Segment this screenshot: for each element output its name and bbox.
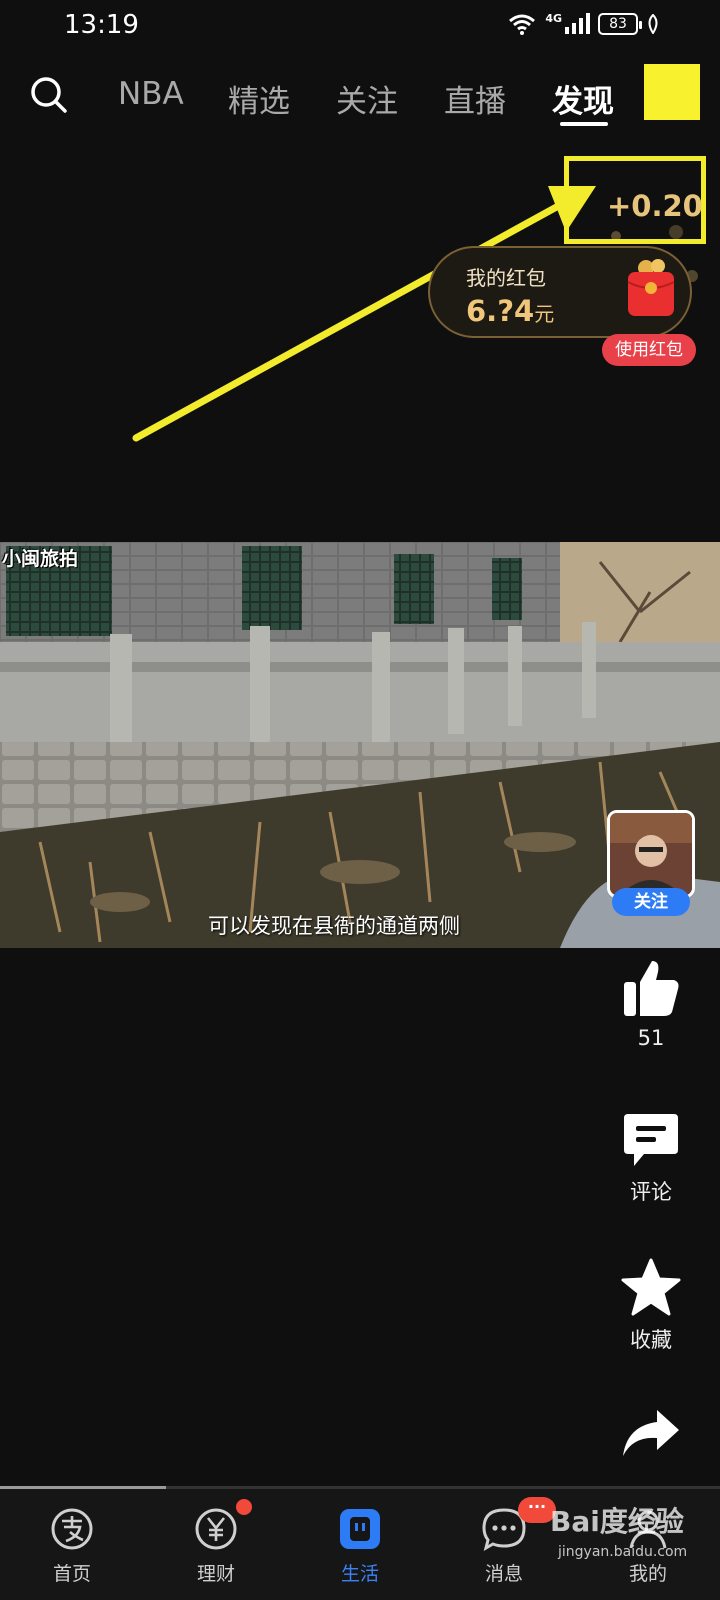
nav-messages[interactable]: ··· 消息: [444, 1489, 564, 1600]
baidu-jingyan-watermark: Bai度经验: [550, 1505, 684, 1538]
thumbs-up-icon: [624, 961, 679, 1016]
tab-discover[interactable]: 发现: [552, 76, 614, 121]
tab-live[interactable]: 直播: [444, 76, 506, 121]
favorite-label: 收藏: [630, 1328, 672, 1352]
nav-home-label: 首页: [52, 1563, 91, 1585]
tab-featured[interactable]: 精选: [228, 76, 290, 121]
favorite-button[interactable]: 收藏: [606, 1258, 696, 1354]
red-packet-amount: 6.?4元: [466, 294, 555, 328]
finance-badge-dot: [234, 1497, 254, 1517]
tab-nba[interactable]: NBA: [118, 76, 184, 112]
video-subtitle: 可以发现在县衙的通道两侧: [208, 914, 460, 938]
red-envelope-icon[interactable]: [624, 258, 678, 318]
comment-button[interactable]: 评论: [606, 1112, 696, 1206]
status-icons: 4G 83: [507, 12, 660, 36]
signal-icon: [565, 13, 590, 34]
status-bar: 13:19 4G 83: [0, 0, 720, 54]
life-icon: [340, 1509, 380, 1549]
red-packet-title: 我的红包: [466, 266, 546, 290]
nav-finance[interactable]: 理财: [156, 1489, 276, 1600]
battery-icon: 83: [598, 13, 642, 35]
status-time: 13:19: [64, 10, 139, 40]
search-icon[interactable]: [28, 74, 70, 116]
comment-icon: [624, 1114, 678, 1166]
share-arrow-icon: [623, 1410, 679, 1456]
star-icon: [621, 1258, 681, 1316]
nav-profile-label: 我的: [628, 1563, 667, 1585]
comment-label: 评论: [630, 1180, 672, 1204]
nav-home[interactable]: 首页: [12, 1489, 132, 1600]
tab-following[interactable]: 关注: [336, 76, 398, 121]
nav-finance-label: 理财: [196, 1563, 235, 1585]
active-tab-indicator: [560, 122, 608, 126]
alipay-icon: [51, 1508, 93, 1550]
wifi-icon: [509, 14, 536, 35]
share-button[interactable]: [606, 1408, 696, 1458]
baidu-jingyan-url: jingyan.baidu.com: [558, 1544, 688, 1560]
use-red-packet-button[interactable]: 使用红包: [602, 334, 696, 366]
avatar-image: [610, 813, 692, 895]
nav-life-label: 生活: [340, 1563, 379, 1585]
author-avatar[interactable]: [607, 810, 695, 898]
top-nav: NBA 精选 关注 直播 发现: [0, 60, 720, 138]
like-count: 51: [637, 1026, 665, 1050]
nav-messages-label: 消息: [484, 1563, 523, 1585]
follow-button[interactable]: 关注: [612, 888, 690, 916]
reward-increment: +0.20: [607, 189, 703, 223]
leaf-icon: [648, 14, 658, 34]
annotation-highlight-square: [644, 64, 700, 120]
yuan-icon: [195, 1508, 237, 1550]
network-type: 4G: [545, 11, 562, 25]
battery-level: 83: [609, 16, 627, 32]
nav-life[interactable]: 生活: [300, 1489, 420, 1600]
like-button[interactable]: 51: [606, 958, 696, 1050]
video-watermark: 小闽旅拍: [2, 548, 79, 570]
